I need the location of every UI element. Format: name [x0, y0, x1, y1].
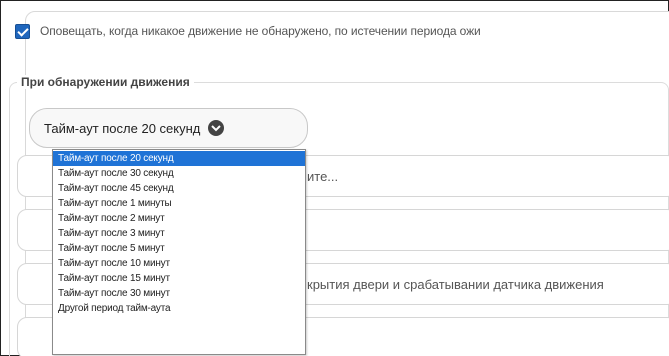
chevron-down-icon[interactable]	[208, 120, 225, 136]
window-frame: Оповещать, когда никакое движение не обн…	[0, 0, 669, 356]
timeout-option-2-minutes[interactable]: Тайм-аут после 2 минут	[53, 211, 305, 226]
timeout-option-20-seconds[interactable]: Тайм-аут после 20 секунд	[53, 151, 305, 166]
motion-field-3-text: крытия двери и срабатывании датчика движ…	[307, 277, 604, 292]
motion-field-1-text: ите...	[307, 169, 339, 184]
timeout-option-custom[interactable]: Другой период тайм-аута	[53, 301, 305, 316]
timeout-dropdown-list: Тайм-аут после 20 секунд Тайм-аут после …	[52, 149, 306, 355]
notify-no-motion-row[interactable]: Оповещать, когда никакое движение не обн…	[15, 21, 481, 41]
timeout-option-30-minutes[interactable]: Тайм-аут после 30 минут	[53, 286, 305, 301]
timeout-option-10-minutes[interactable]: Тайм-аут после 10 минут	[53, 256, 305, 271]
notify-no-motion-checkbox[interactable]	[15, 23, 30, 39]
timeout-option-30-seconds[interactable]: Тайм-аут после 30 секунд	[53, 166, 305, 181]
timeout-select[interactable]: Тайм-аут после 20 секунд	[29, 108, 308, 148]
timeout-option-45-seconds[interactable]: Тайм-аут после 45 секунд	[53, 181, 305, 196]
timeout-option-15-minutes[interactable]: Тайм-аут после 15 минут	[53, 271, 305, 286]
timeout-option-5-minutes[interactable]: Тайм-аут после 5 минут	[53, 241, 305, 256]
timeout-option-3-minutes[interactable]: Тайм-аут после 3 минут	[53, 226, 305, 241]
notify-no-motion-label: Оповещать, когда никакое движение не обн…	[40, 24, 481, 38]
timeout-select-value: Тайм-аут после 20 секунд	[44, 120, 201, 136]
timeout-option-1-minute[interactable]: Тайм-аут после 1 минуты	[53, 196, 305, 211]
motion-detected-group-title: При обнаружении движения	[17, 75, 194, 89]
